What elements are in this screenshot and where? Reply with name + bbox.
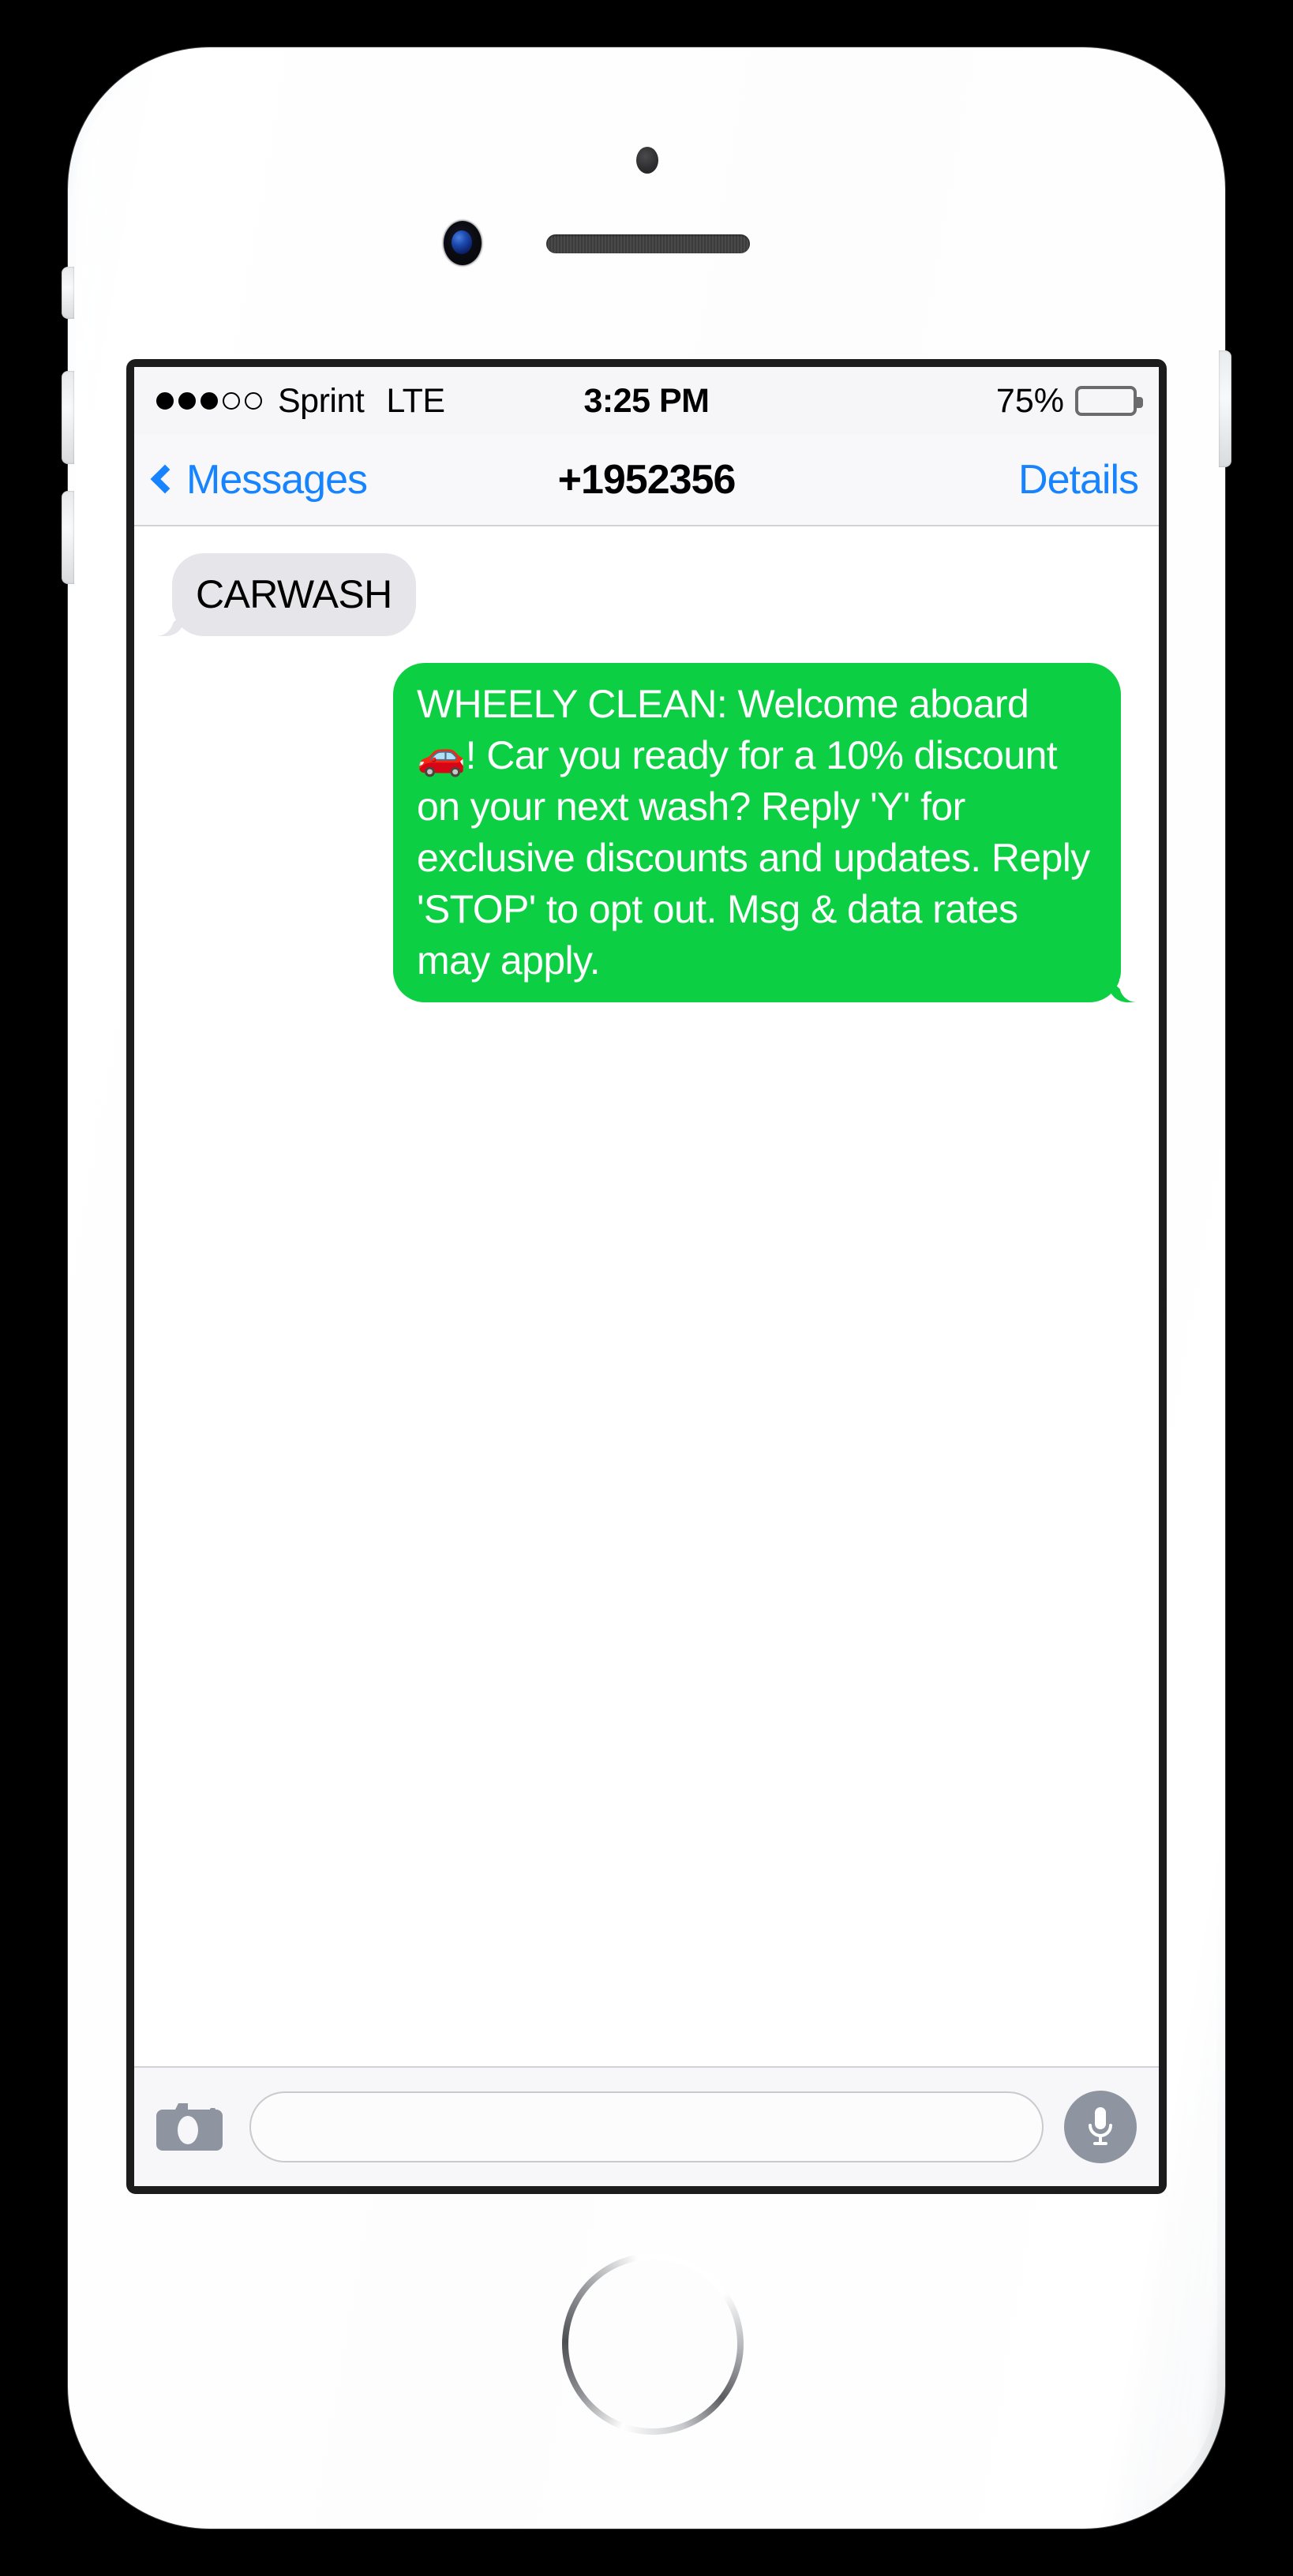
back-to-messages-button[interactable]: Messages (150, 456, 368, 504)
signal-strength-icon (156, 392, 262, 410)
battery-icon (1075, 386, 1143, 416)
message-bubble-outgoing[interactable]: WHEELY CLEAN: Welcome aboard 🚗! Car you … (392, 663, 1139, 1002)
home-button[interactable] (562, 2253, 744, 2435)
network-type: LTE (386, 381, 445, 420)
volume-up-button[interactable] (62, 371, 74, 464)
message-thread: CARWASH WHEELY CLEAN: Welcome aboard 🚗! … (134, 526, 1159, 2066)
proximity-sensor-icon (636, 147, 658, 174)
message-row-outgoing: WHEELY CLEAN: Welcome aboard 🚗! Car you … (155, 663, 1139, 1002)
chevron-left-icon (150, 464, 180, 494)
microphone-button[interactable] (1064, 2091, 1137, 2163)
screenshot-stage: Sprint LTE 3:25 PM 75% Messages +1952356… (0, 0, 1293, 2576)
message-input-toolbar (134, 2066, 1159, 2186)
volume-down-button[interactable] (62, 491, 74, 584)
status-bar-right: 75% (995, 381, 1143, 421)
carrier-name: Sprint (278, 381, 365, 420)
mute-switch[interactable] (62, 267, 74, 319)
back-button-label: Messages (186, 457, 368, 503)
status-bar-left: Sprint LTE (156, 382, 445, 421)
earpiece-speaker-grille (546, 234, 750, 253)
navigation-bar: Messages +1952356 Details (134, 435, 1159, 526)
message-row-incoming: CARWASH (155, 553, 1138, 636)
camera-icon[interactable] (156, 2097, 229, 2157)
phone-screen: Sprint LTE 3:25 PM 75% Messages +1952356… (134, 367, 1159, 2186)
details-button[interactable]: Details (1018, 456, 1139, 504)
battery-percent-label: 75% (995, 381, 1064, 420)
message-bubble-incoming[interactable]: CARWASH (155, 553, 416, 636)
status-bar: Sprint LTE 3:25 PM 75% (134, 367, 1159, 435)
screen-bezel: Sprint LTE 3:25 PM 75% Messages +1952356… (126, 359, 1167, 2194)
power-button[interactable] (1219, 350, 1231, 467)
message-text-input[interactable] (249, 2091, 1044, 2162)
front-camera-icon (444, 221, 482, 265)
home-button-inner (568, 2260, 737, 2428)
